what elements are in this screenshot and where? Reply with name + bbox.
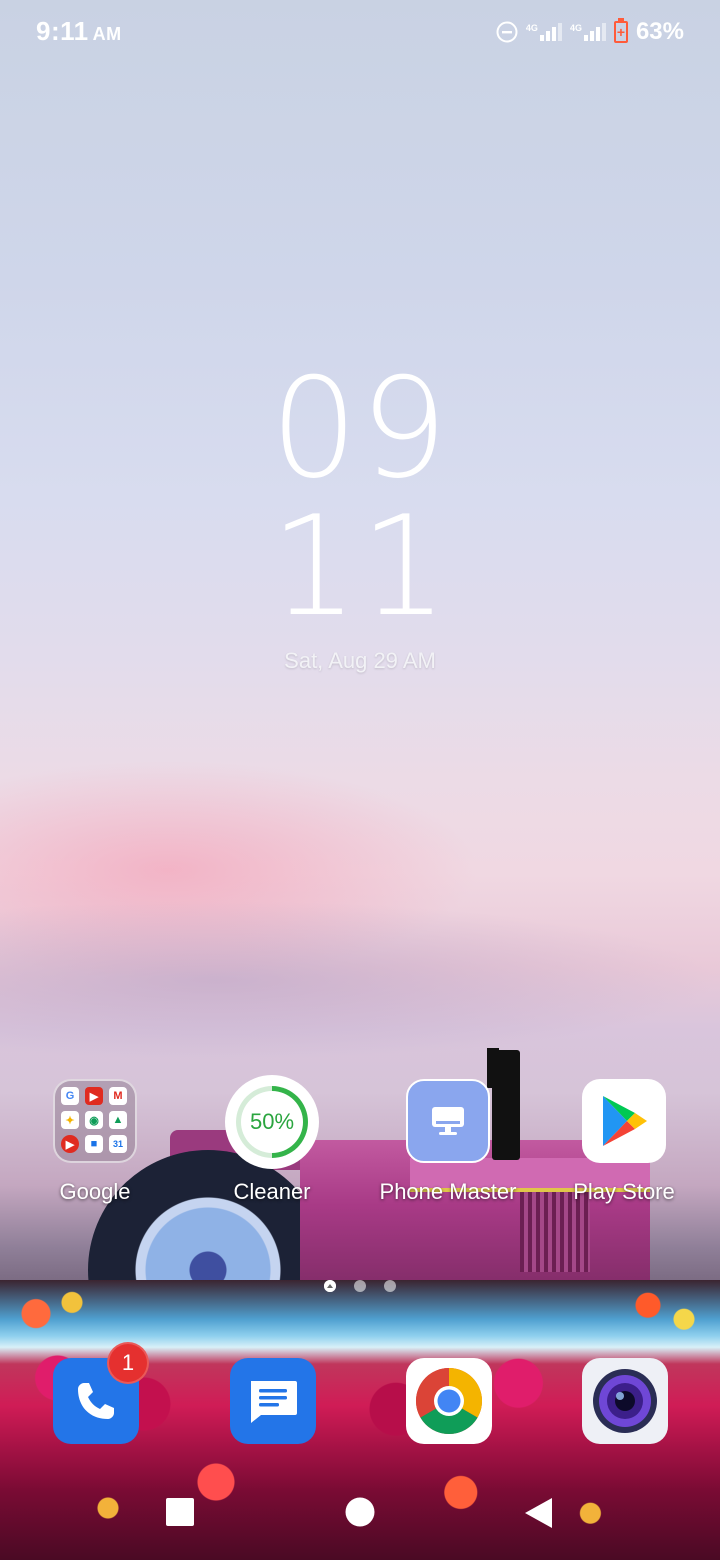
battery-percent: 63%: [635, 18, 684, 45]
duo-mini-icon: ■: [85, 1135, 103, 1153]
youtube-music-mini-icon: ▶: [61, 1135, 79, 1153]
dock-phone[interactable]: 1: [53, 1342, 149, 1444]
dock: 1: [0, 1342, 720, 1448]
google-mini-icon: G: [61, 1087, 79, 1105]
status-time-value: 9:11: [36, 16, 89, 46]
app-label-play-store: Play Store: [573, 1179, 675, 1204]
youtube-mini-icon: ▶: [85, 1087, 103, 1105]
google-folder-icon: G ▶ M ✦ ◉ ▲ ▶ ■ 31: [53, 1079, 137, 1163]
page-dot[interactable]: [354, 1280, 366, 1292]
app-play-store[interactable]: Play Store: [539, 1075, 709, 1205]
clock-date: Sat, Aug 29 AM: [284, 648, 436, 673]
app-cleaner[interactable]: 50% Cleaner: [187, 1075, 357, 1205]
clock-hours: 09: [270, 348, 450, 509]
wallpaper-haze-2: [0, 900, 720, 1060]
page-dot[interactable]: [384, 1280, 396, 1292]
page-dot-home[interactable]: [324, 1280, 336, 1292]
network-type-1: 4G: [525, 23, 538, 33]
battery-charging-icon: +: [613, 18, 628, 43]
monitor-icon: [432, 1107, 464, 1135]
missed-call-badge: 1: [107, 1342, 149, 1384]
app-google-folder[interactable]: G ▶ M ✦ ◉ ▲ ▶ ■ 31 Google: [10, 1075, 180, 1205]
signal-icon: 4G: [526, 23, 562, 41]
chrome-icon: [415, 1368, 483, 1435]
page-indicator[interactable]: [0, 1280, 720, 1292]
status-time: 9:11 AM: [36, 16, 122, 47]
camera-icon: [593, 1369, 657, 1433]
recents-button[interactable]: [164, 1496, 196, 1528]
app-label-cleaner: Cleaner: [233, 1179, 311, 1204]
dock-camera[interactable]: [582, 1358, 668, 1444]
maps-mini-icon: ◉: [85, 1111, 103, 1129]
network-type-2: 4G: [569, 23, 582, 33]
home-screen: 9:11AM 4G 4G + 63% 09 11 Sat, Aug 29 AM: [0, 0, 720, 1560]
do-not-disturb-icon: [496, 21, 518, 43]
drive-mini-icon: ▲: [109, 1111, 127, 1129]
photos-mini-icon: ✦: [61, 1111, 79, 1129]
calendar-mini-icon: 31: [109, 1135, 127, 1153]
home-dot-icon: [324, 1280, 336, 1292]
dock-messages[interactable]: [230, 1358, 316, 1444]
app-label-google: Google: [59, 1179, 131, 1204]
status-icons: 4G 4G + 63%: [496, 16, 684, 48]
clock-minutes: 11: [270, 486, 450, 647]
play-triangle-icon: [603, 1096, 647, 1146]
back-button[interactable]: [522, 1496, 554, 1530]
gmail-mini-icon: M: [109, 1087, 127, 1105]
phone-icon: [78, 1383, 114, 1419]
navigation-bar: [0, 1470, 720, 1560]
play-store-icon: [582, 1079, 666, 1163]
cleaner-percent: 50%: [241, 1091, 303, 1153]
dock-chrome[interactable]: [406, 1358, 492, 1444]
messages-icon: [251, 1381, 297, 1423]
status-bar[interactable]: 9:11 AM 4G 4G + 63%: [0, 0, 720, 64]
signal-icon: 4G: [570, 23, 606, 41]
status-time-ampm: AM: [92, 24, 122, 44]
cleaner-progress-ring: 50%: [236, 1086, 308, 1158]
phone-master-icon: [406, 1079, 490, 1163]
app-row: G ▶ M ✦ ◉ ▲ ▶ ■ 31 Google 50% Cleaner Ph…: [0, 1075, 720, 1215]
home-button[interactable]: [344, 1496, 376, 1528]
app-phone-master[interactable]: Phone Master: [363, 1075, 533, 1205]
clock-widget[interactable]: 09 11 Sat, Aug 29 AM: [0, 360, 720, 674]
app-label-phone-master: Phone Master: [379, 1179, 517, 1204]
cleaner-icon: 50%: [225, 1075, 319, 1169]
